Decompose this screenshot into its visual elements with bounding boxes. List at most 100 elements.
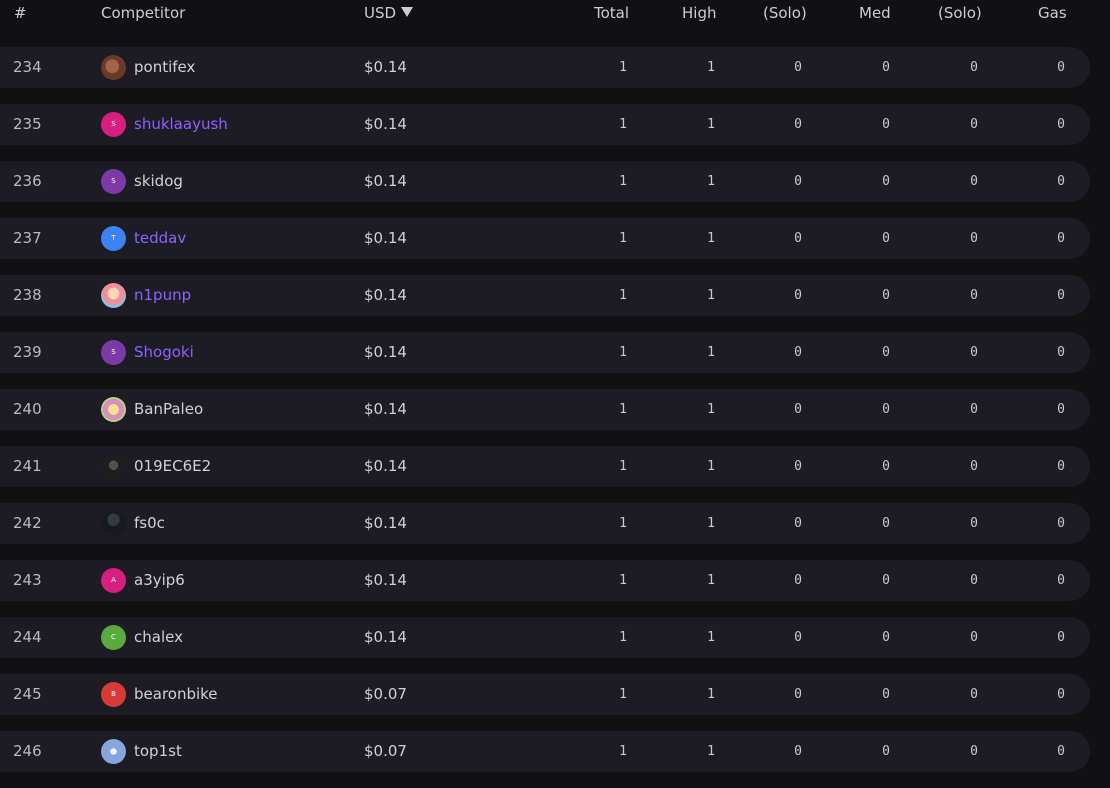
avatar[interactable] [101, 283, 126, 308]
header-total[interactable]: Total [594, 4, 629, 22]
rank-cell: 236 [13, 172, 42, 190]
solo-med-cell: 0 [970, 402, 978, 417]
table-row[interactable]: 240 BanPaleo $0.14 1 1 0 0 0 0 [0, 389, 1090, 430]
avatar-initial: C [111, 633, 116, 641]
competitor-name[interactable]: fs0c [134, 503, 165, 544]
table-row[interactable]: 245 Bbearonbike $0.07 1 1 0 0 0 0 [0, 674, 1090, 715]
table-row[interactable]: 237 Tteddav $0.14 1 1 0 0 0 0 [0, 218, 1090, 259]
avatar[interactable] [101, 454, 126, 479]
avatar-initial: A [111, 576, 116, 584]
header-solo-high[interactable]: (Solo) [763, 4, 807, 22]
solo-high-cell: 0 [794, 687, 802, 702]
high-cell: 1 [707, 516, 715, 531]
competitor-name[interactable]: a3yip6 [134, 560, 185, 601]
solo-high-cell: 0 [794, 516, 802, 531]
avatar[interactable] [101, 55, 126, 80]
avatar[interactable]: B [101, 682, 126, 707]
solo-med-cell: 0 [970, 174, 978, 189]
competitor-name[interactable]: chalex [134, 617, 183, 658]
competitor-name[interactable]: pontifex [134, 47, 195, 88]
total-cell: 1 [619, 402, 627, 417]
competitor-name[interactable]: 019EC6E2 [134, 446, 211, 487]
table-row[interactable]: 244 Cchalex $0.14 1 1 0 0 0 0 [0, 617, 1090, 658]
table-row[interactable]: 235 Sshuklaayush $0.14 1 1 0 0 0 0 [0, 104, 1090, 145]
solo-high-cell: 0 [794, 459, 802, 474]
competitor-name[interactable]: n1punp [134, 275, 191, 316]
gas-cell: 0 [1057, 630, 1065, 645]
med-cell: 0 [882, 630, 890, 645]
med-cell: 0 [882, 687, 890, 702]
usd-cell: $0.14 [364, 571, 407, 589]
rank-cell: 243 [13, 571, 42, 589]
solo-med-cell: 0 [970, 744, 978, 759]
avatar[interactable]: A [101, 568, 126, 593]
competitor-name[interactable]: BanPaleo [134, 389, 203, 430]
avatar[interactable]: S [101, 169, 126, 194]
leaderboard-rows: 234 pontifex $0.14 1 1 0 0 0 0 235 Sshuklaayush $0.… [0, 47, 1090, 788]
avatar[interactable]: S [101, 340, 126, 365]
usd-cell: $0.14 [364, 286, 407, 304]
med-cell: 0 [882, 516, 890, 531]
med-cell: 0 [882, 117, 890, 132]
rank-cell: 240 [13, 400, 42, 418]
competitor-name[interactable]: skidog [134, 161, 183, 202]
med-cell: 0 [882, 231, 890, 246]
table-row[interactable]: 242 fs0c $0.14 1 1 0 0 0 0 [0, 503, 1090, 544]
gas-cell: 0 [1057, 687, 1065, 702]
header-med[interactable]: Med [859, 4, 891, 22]
table-row[interactable]: 246 top1st $0.07 1 1 0 0 0 0 [0, 731, 1090, 772]
rank-cell: 234 [13, 58, 42, 76]
competitor-name[interactable]: teddav [134, 218, 186, 259]
header-usd-sort[interactable]: USD [364, 4, 414, 22]
solo-med-cell: 0 [970, 288, 978, 303]
avatar[interactable] [101, 511, 126, 536]
table-row[interactable]: 243 Aa3yip6 $0.14 1 1 0 0 0 0 [0, 560, 1090, 601]
usd-cell: $0.14 [364, 457, 407, 475]
solo-med-cell: 0 [970, 459, 978, 474]
table-row[interactable]: 238 n1punp $0.14 1 1 0 0 0 0 [0, 275, 1090, 316]
high-cell: 1 [707, 630, 715, 645]
total-cell: 1 [619, 345, 627, 360]
header-high[interactable]: High [682, 4, 716, 22]
competitor-name[interactable]: shuklaayush [134, 104, 228, 145]
gas-cell: 0 [1057, 345, 1065, 360]
table-row[interactable]: 239 S Shogoki $0.14 1 1 0 0 0 0 [0, 332, 1090, 373]
header-solo-med[interactable]: (Solo) [938, 4, 982, 22]
competitor-name[interactable]: top1st [134, 731, 182, 772]
avatar[interactable]: C [101, 625, 126, 650]
med-cell: 0 [882, 288, 890, 303]
header-competitor[interactable]: Competitor [101, 4, 185, 22]
sort-descending-icon [401, 7, 414, 17]
table-row[interactable]: 234 pontifex $0.14 1 1 0 0 0 0 [0, 47, 1090, 88]
avatar-initial: S [111, 348, 116, 356]
rank-cell: 239 [13, 343, 42, 361]
header-usd: USD [364, 4, 397, 22]
solo-high-cell: 0 [794, 288, 802, 303]
leaderboard-page: # Competitor USD Total High (Solo) Med (… [0, 0, 1110, 788]
table-row[interactable]: 236 Sskidog $0.14 1 1 0 0 0 0 [0, 161, 1090, 202]
solo-high-cell: 0 [794, 744, 802, 759]
high-cell: 1 [707, 402, 715, 417]
avatar[interactable]: T [101, 226, 126, 251]
table-row[interactable]: 241 019EC6E2 $0.14 1 1 0 0 0 0 [0, 446, 1090, 487]
avatar[interactable]: S [101, 112, 126, 137]
competitor-name[interactable]: Shogoki [134, 332, 194, 373]
header-gas[interactable]: Gas [1038, 4, 1067, 22]
gas-cell: 0 [1057, 231, 1065, 246]
total-cell: 1 [619, 573, 627, 588]
rank-cell: 237 [13, 229, 42, 247]
avatar[interactable] [101, 397, 126, 422]
med-cell: 0 [882, 744, 890, 759]
high-cell: 1 [707, 117, 715, 132]
solo-high-cell: 0 [794, 345, 802, 360]
avatar[interactable] [101, 739, 126, 764]
usd-cell: $0.07 [364, 685, 407, 703]
total-cell: 1 [619, 117, 627, 132]
rank-cell: 242 [13, 514, 42, 532]
usd-cell: $0.07 [364, 742, 407, 760]
competitor-name[interactable]: bearonbike [134, 674, 218, 715]
med-cell: 0 [882, 60, 890, 75]
solo-high-cell: 0 [794, 174, 802, 189]
solo-med-cell: 0 [970, 345, 978, 360]
gas-cell: 0 [1057, 744, 1065, 759]
